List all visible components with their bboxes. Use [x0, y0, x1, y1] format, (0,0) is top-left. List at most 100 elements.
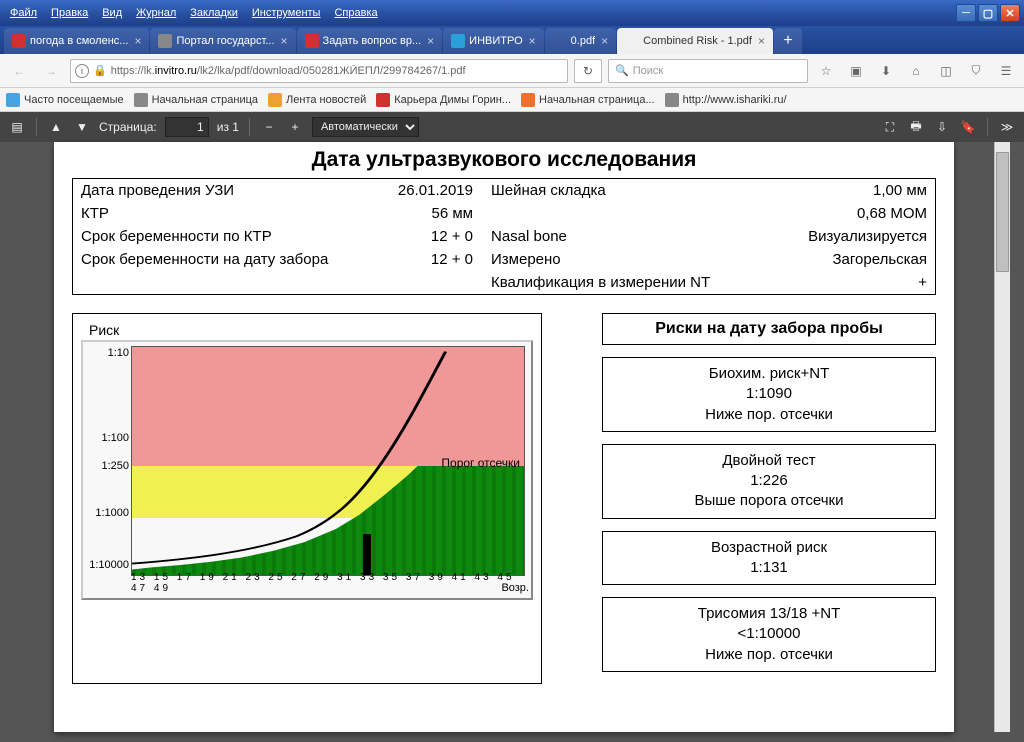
- downloads-icon[interactable]: ⬇: [874, 59, 898, 83]
- menu-edit[interactable]: Правка: [45, 5, 94, 21]
- close-tab-icon[interactable]: ×: [134, 34, 141, 48]
- new-tab-button[interactable]: +: [774, 28, 802, 54]
- pocket-icon[interactable]: ▣: [844, 59, 868, 83]
- plot-area: Порог отсечки: [131, 346, 525, 576]
- print-icon[interactable]: 🖶: [907, 118, 925, 136]
- maximize-button[interactable]: ▢: [978, 4, 998, 22]
- bookmark-1[interactable]: Начальная страница: [134, 93, 258, 107]
- info-val: Визуализируется: [711, 228, 927, 245]
- risk-box-0: Биохим. риск+NT1:1090Ниже пор. отсечки: [602, 357, 936, 432]
- scrollbar[interactable]: [994, 142, 1010, 732]
- zoom-in-icon[interactable]: +: [286, 118, 304, 136]
- info-val: 12 + 0: [361, 228, 481, 245]
- bookmark-4[interactable]: Начальная страница...: [521, 93, 655, 107]
- fullscreen-icon[interactable]: ⛶: [881, 118, 899, 136]
- bookmark-icon: [521, 93, 535, 107]
- tab-3[interactable]: ИНВИТРО×: [443, 28, 543, 54]
- favicon: [625, 34, 639, 48]
- risk-value: <1:10000: [613, 624, 925, 644]
- close-tab-icon[interactable]: ×: [427, 34, 434, 48]
- risk-value: 1:226: [613, 471, 925, 491]
- tab-1[interactable]: Портал государст...×: [150, 28, 295, 54]
- close-tab-icon[interactable]: ×: [281, 34, 288, 48]
- page-label: Страница:: [99, 120, 157, 134]
- x-axis: 13 15 17 19 21 23 25 27 29 31 33 35 37 3…: [131, 572, 525, 594]
- zoom-out-icon[interactable]: −: [260, 118, 278, 136]
- bookmark-3[interactable]: Карьера Димы Горин...: [376, 93, 511, 107]
- info-key: Срок беременности по КТР: [81, 228, 361, 245]
- sidebar-toggle-icon[interactable]: ▤: [8, 118, 26, 136]
- url-field[interactable]: i 🔒 https://lk.invitro.ru/lk2/lka/pdf/do…: [70, 59, 568, 83]
- bookmark-label: Лента новостей: [286, 94, 366, 106]
- sidebar-icon[interactable]: ◫: [934, 59, 958, 83]
- tab-4[interactable]: 0.pdf×: [545, 28, 616, 54]
- risk-chart: Риск 1:10 1:100 1:250 1:1000 1:10000: [72, 313, 542, 684]
- lock-icon: 🔒: [93, 64, 107, 77]
- reload-button[interactable]: ↻: [574, 59, 602, 83]
- menu-icon[interactable]: ☰: [994, 59, 1018, 83]
- bookmark-icon: [268, 93, 282, 107]
- y-axis: 1:10 1:100 1:250 1:1000 1:10000: [87, 342, 131, 578]
- menu-bar[interactable]: Файл Правка Вид Журнал Закладки Инструме…: [4, 5, 384, 21]
- url-text: https://lk.invitro.ru/lk2/lka/pdf/downlo…: [111, 65, 563, 77]
- bookmark-label: Начальная страница: [152, 94, 258, 106]
- pdf-viewport: Дата ультразвукового исследования Дата п…: [0, 142, 1024, 742]
- menu-journal[interactable]: Журнал: [130, 5, 182, 21]
- bookmark-star-icon[interactable]: ☆: [814, 59, 838, 83]
- info-key: Измерено: [481, 251, 711, 268]
- page-total: из 1: [217, 120, 239, 134]
- info-val: 12 + 0: [361, 251, 481, 268]
- bookmark-icon: [134, 93, 148, 107]
- close-button[interactable]: ✕: [1000, 4, 1020, 22]
- minimize-button[interactable]: ─: [956, 4, 976, 22]
- tab-0[interactable]: погода в смоленс... ×: [4, 28, 149, 54]
- risk-value: 1:131: [613, 558, 925, 578]
- tools-icon[interactable]: ≫: [998, 118, 1016, 136]
- bookmark-5[interactable]: http://www.ishariki.ru/: [665, 93, 787, 107]
- bookmark-icon: [376, 93, 390, 107]
- tab-2[interactable]: Задать вопрос вр... ×: [297, 28, 443, 54]
- chart-title: Риск: [81, 322, 533, 338]
- menu-help[interactable]: Справка: [328, 5, 383, 21]
- download-icon[interactable]: ⇩: [933, 118, 951, 136]
- document-title: Дата ультразвукового исследования: [72, 148, 936, 172]
- menu-file[interactable]: Файл: [4, 5, 43, 21]
- menu-bookmarks[interactable]: Закладки: [184, 5, 244, 21]
- shield-icon[interactable]: ⛉: [964, 59, 988, 83]
- risk-value: 1:1090: [613, 384, 925, 404]
- x-axis-label: Возр.: [501, 582, 529, 594]
- bookmark-label: Начальная страница...: [539, 94, 655, 106]
- bookmark-label: Часто посещаемые: [24, 94, 124, 106]
- zoom-select[interactable]: Автоматически: [312, 117, 419, 137]
- page-down-icon[interactable]: ▼: [73, 118, 91, 136]
- info-val: [361, 274, 481, 291]
- menu-view[interactable]: Вид: [96, 5, 128, 21]
- forward-button[interactable]: →: [38, 58, 64, 84]
- page-number-input[interactable]: [165, 117, 209, 137]
- bookmark-icon[interactable]: 🔖: [959, 118, 977, 136]
- bookmark-label: Карьера Димы Горин...: [394, 94, 511, 106]
- info-icon[interactable]: i: [75, 64, 89, 78]
- info-key: Шейная складка: [481, 182, 711, 199]
- close-tab-icon[interactable]: ×: [529, 34, 536, 48]
- info-key: [481, 205, 711, 222]
- close-tab-icon[interactable]: ×: [758, 34, 765, 48]
- close-tab-icon[interactable]: ×: [601, 34, 608, 48]
- tab-label: погода в смоленс...: [30, 35, 128, 47]
- tab-5[interactable]: Combined Risk - 1.pdf×: [617, 28, 773, 54]
- favicon: [158, 34, 172, 48]
- search-field[interactable]: 🔍 Поиск: [608, 59, 808, 83]
- page-up-icon[interactable]: ▲: [47, 118, 65, 136]
- home-icon[interactable]: ⌂: [904, 59, 928, 83]
- info-val: 1,00 мм: [711, 182, 927, 199]
- back-button[interactable]: ←: [6, 58, 32, 84]
- favicon: [305, 34, 319, 48]
- info-val: +: [711, 274, 927, 291]
- risk-title: Двойной тест: [613, 451, 925, 471]
- menu-tools[interactable]: Инструменты: [246, 5, 327, 21]
- bookmark-0[interactable]: Часто посещаемые: [6, 93, 124, 107]
- scrollbar-thumb[interactable]: [996, 152, 1009, 272]
- tab-label: Задать вопрос вр...: [323, 35, 422, 47]
- info-val: 56 мм: [361, 205, 481, 222]
- bookmark-2[interactable]: Лента новостей: [268, 93, 366, 107]
